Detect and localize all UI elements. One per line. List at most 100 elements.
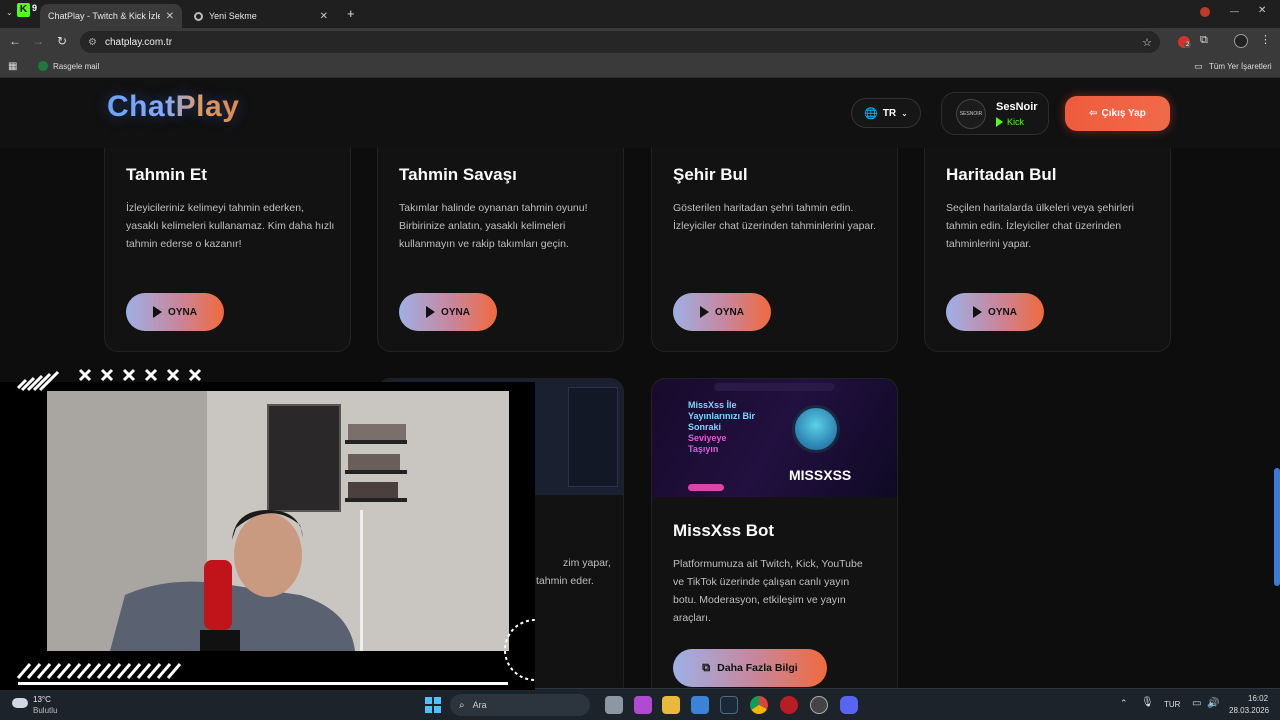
user-profile[interactable]: SESNOIR SesNoir Kick [941, 92, 1049, 135]
play-label: OYNA [715, 306, 744, 318]
all-bookmarks-link[interactable]: Tüm Yer İşaretleri [1209, 62, 1272, 71]
bookmark-favicon-icon [38, 61, 48, 71]
logout-icon: ⇦ [1089, 108, 1098, 119]
card-description: Seçilen haritalarda ülkeleri veya şehirl… [946, 202, 1134, 250]
chatplay-logo[interactable]: ChatPlay [107, 90, 239, 124]
language-selector[interactable]: 🌐 TR ⌄ [851, 98, 921, 128]
minimize-icon[interactable]: — [1230, 6, 1239, 16]
card-description: Platformumuza ait Twitch, Kick, YouTube … [673, 558, 863, 624]
card-title: MissXss Bot [673, 521, 775, 540]
kick-badge-icon: K [17, 3, 30, 17]
network-icon[interactable]: ▭ [1192, 698, 1201, 709]
thumb-headline-line: Sonraki [688, 422, 722, 432]
weather-temp[interactable]: 13°C [33, 695, 51, 704]
search-label: Ara [472, 700, 487, 710]
volume-icon[interactable]: 🔊 [1207, 698, 1219, 709]
microphone-icon[interactable]: 🎙 [1141, 697, 1154, 708]
app-icon[interactable] [810, 696, 828, 714]
more-info-button[interactable]: ⧉ Daha Fazla Bilgi [673, 649, 827, 687]
bookmarks-bar: ▦ Rasgele mail ▭ Tüm Yer İşaretleri [0, 56, 1280, 78]
discord-icon[interactable] [840, 696, 858, 714]
scrollbar-thumb[interactable] [1274, 468, 1280, 586]
avatar: SESNOIR [956, 99, 986, 129]
clock-time[interactable]: 16:02 [1248, 694, 1268, 703]
play-button[interactable]: OYNA [126, 293, 224, 331]
chevron-up-icon[interactable]: ⌃ [1120, 698, 1128, 709]
globe-icon: 🌐 [864, 107, 878, 120]
profile-icon[interactable] [1200, 7, 1210, 17]
new-tab-button[interactable]: + [347, 6, 355, 21]
extension-badge: 2 [1184, 42, 1192, 48]
menu-dots-icon[interactable]: ⋮ [1260, 33, 1271, 46]
app-icon[interactable] [780, 696, 798, 714]
tab-chatplay[interactable]: ChatPlay - Twitch & Kick İzleyici ✕ [40, 4, 182, 28]
game-card-tahmin-savasi: Tahmin Savaşı Takımlar halinde oynanan t… [377, 118, 624, 352]
forward-icon[interactable]: → [27, 34, 49, 48]
card-description-line: tahmin eder. [536, 575, 594, 587]
thumb-headline-line: Taşıyın [688, 444, 719, 454]
tab-search-button[interactable]: ⌄ [6, 8, 13, 17]
logout-label: Çıkış Yap [1101, 108, 1146, 119]
store-icon[interactable] [691, 696, 709, 714]
windows-taskbar: 13°C Bulutlu ⌕ Ara ⌃ 🎙 TUR ▭ 🔊 16:02 28.… [0, 688, 1280, 720]
close-tab-icon[interactable]: ✕ [166, 11, 174, 22]
card-description: Gösterilen haritadan şehri tahmin edin. … [673, 202, 877, 232]
play-button[interactable]: OYNA [399, 293, 497, 331]
file-explorer-icon[interactable] [662, 696, 680, 714]
tab-new[interactable]: Yeni Sekme ✕ [186, 4, 336, 28]
card-title: Şehir Bul [673, 165, 748, 184]
reload-icon[interactable]: ↻ [51, 34, 73, 48]
site-info-icon[interactable]: ⚙ [88, 37, 97, 48]
weather-cloud-icon [12, 698, 28, 708]
play-icon [996, 117, 1003, 127]
card-title: Tahmin Savaşı [399, 165, 517, 184]
task-view-icon[interactable] [605, 696, 623, 714]
thumb-headline: MissXss İle Yayınlarınızı Bir Sonraki Se… [688, 400, 755, 455]
apps-grid-icon[interactable]: ▦ [8, 61, 17, 72]
bot-thumbnail[interactable]: MissXss İle Yayınlarınızı Bir Sonraki Se… [652, 379, 897, 497]
chrome-icon[interactable] [750, 696, 768, 714]
chevron-down-icon: ⌄ [901, 108, 908, 118]
search-icon: ⌕ [459, 699, 465, 711]
thumb-brand: MISSXSS [789, 467, 852, 483]
close-tab-icon[interactable]: ✕ [320, 11, 328, 22]
card-title: Tahmin Et [126, 165, 207, 184]
card-title: Haritadan Bul [946, 165, 1057, 184]
game-card-sehir-bul: Şehir Bul Gösterilen haritadan şehri tah… [651, 118, 898, 352]
play-icon [426, 306, 436, 318]
folder-icon: ▭ [1194, 61, 1203, 71]
browser-toolbar: ← → ↻ ⚙ chatplay.com.tr ☆ 2 ⧉ ⋮ [0, 28, 1280, 56]
username: SesNoir [996, 101, 1038, 113]
input-language[interactable]: TUR [1164, 700, 1180, 709]
taskbar-search[interactable]: ⌕ Ara [450, 694, 590, 716]
card-description-line: zim yapar, [563, 557, 611, 569]
back-icon[interactable]: ← [4, 34, 26, 48]
chrome-icon [194, 11, 203, 21]
game-card-haritadan-bul: Haritadan Bul Seçilen haritalarda ülkele… [924, 118, 1171, 352]
language-code: TR [882, 107, 897, 119]
weather-desc: Bulutlu [33, 706, 58, 715]
address-bar[interactable]: ⚙ chatplay.com.tr ☆ [80, 31, 1160, 53]
tab-title: ChatPlay - Twitch & Kick İzleyici [48, 11, 160, 21]
thumb-cta [688, 484, 724, 491]
logout-button[interactable]: ⇦ Çıkış Yap [1065, 96, 1170, 131]
bookmark-star-icon[interactable]: ☆ [1142, 36, 1152, 49]
tab-title: Yeni Sekme [209, 11, 257, 21]
steam-icon[interactable] [720, 696, 738, 714]
site-header: ChatPlay 🌐 TR ⌄ SESNOIR SesNoir Kick ⇦ Ç… [0, 78, 1280, 148]
more-info-label: Daha Fazla Bilgi [717, 662, 798, 674]
account-avatar-icon[interactable] [1234, 34, 1248, 48]
bookmark-rasgele-mail[interactable]: Rasgele mail [53, 62, 99, 71]
card-description: Takımlar halinde oynanan tahmin oyunu! B… [399, 202, 588, 250]
play-button[interactable]: OYNA [673, 293, 771, 331]
play-icon [700, 306, 710, 318]
windows-start-icon[interactable] [425, 697, 441, 713]
close-window-icon[interactable]: ✕ [1258, 5, 1266, 16]
platform-name: Kick [1007, 117, 1025, 127]
clock-date[interactable]: 28.03.2026 [1229, 706, 1269, 715]
bot-card-missxss: MissXss İle Yayınlarınızı Bir Sonraki Se… [651, 378, 898, 688]
extensions-puzzle-icon[interactable]: ⧉ [1200, 34, 1208, 47]
play-button[interactable]: OYNA [946, 293, 1044, 331]
app-icon[interactable] [634, 696, 652, 714]
card-description: İzleyicileriniz kelimeyi tahmin ederken,… [126, 202, 335, 250]
